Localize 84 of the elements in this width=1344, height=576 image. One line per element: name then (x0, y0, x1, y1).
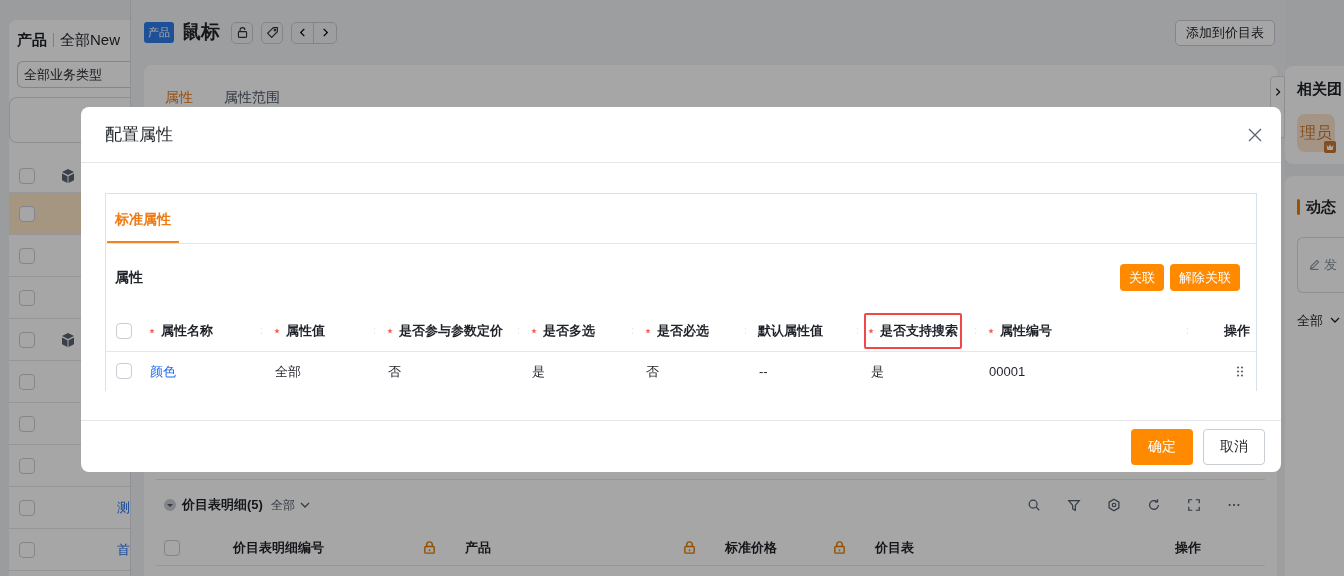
activity-filter[interactable]: 全部 (1297, 310, 1341, 330)
cancel-button[interactable]: 取消 (1203, 428, 1265, 465)
column-header: 操作 (1224, 321, 1250, 340)
checkbox[interactable] (19, 331, 35, 348)
type-badge: 产品 (144, 22, 174, 43)
pen-icon (1308, 258, 1321, 271)
table-cell-text: 是 (531, 362, 546, 381)
checkbox[interactable] (116, 363, 132, 380)
close-button[interactable] (1247, 126, 1263, 143)
card-title: 相关团 (1297, 79, 1343, 99)
column-header: 操作 (1175, 538, 1201, 557)
column-header: 标准价格 (725, 538, 777, 557)
column-header: 是否支持搜索 (864, 312, 962, 349)
crown-icon (1324, 140, 1336, 153)
required-icon (531, 327, 537, 334)
checkbox[interactable] (19, 415, 35, 432)
required-icon (387, 327, 393, 334)
tab[interactable]: 标准属性 (107, 194, 179, 243)
table-cell-text: 否 (387, 362, 402, 381)
product-link[interactable]: 测 (117, 497, 130, 518)
filter-icon[interactable] (1067, 498, 1081, 512)
fullscreen-icon[interactable] (1187, 498, 1201, 512)
filter-dropdown[interactable]: 全部 (270, 496, 311, 514)
settings-icon[interactable] (1107, 498, 1121, 512)
column-header: 价目表 (875, 538, 914, 557)
tag-icon (265, 26, 279, 39)
checkbox[interactable] (19, 541, 35, 558)
sidebar-title: 产品 (17, 29, 47, 50)
checkbox[interactable] (116, 322, 132, 339)
attribute-link[interactable]: 颜色 (140, 361, 265, 382)
product-link[interactable]: 首 (117, 539, 130, 560)
checkbox[interactable] (19, 247, 35, 264)
drag-handle-icon[interactable] (1236, 364, 1244, 378)
action-button[interactable]: 解除关联 (1170, 263, 1240, 291)
table-cell-text: -- (758, 362, 769, 381)
lock-button[interactable] (231, 21, 253, 44)
table-cell-text: 否 (645, 362, 660, 381)
required-icon (868, 327, 874, 334)
checkbox[interactable] (19, 205, 35, 222)
column-header: 默认属性值 (758, 321, 823, 340)
required-icon (988, 327, 994, 334)
member-avatar[interactable]: 理员 (1297, 113, 1335, 152)
search-icon[interactable] (1027, 498, 1041, 512)
table-cell-text: 是 (870, 362, 885, 381)
composer-field[interactable]: 发 (1297, 236, 1344, 293)
checkbox[interactable] (164, 539, 180, 556)
add-to-price-list-button[interactable]: 添加到价目表 (1175, 19, 1275, 46)
triangle-down-icon (166, 501, 174, 509)
dialog-title: 配置属性 (105, 123, 174, 146)
required-icon (645, 327, 651, 334)
confirm-button[interactable]: 确定 (1131, 428, 1193, 465)
cube-icon (60, 167, 76, 184)
card-title: 动态 (1306, 197, 1336, 217)
close-icon (1247, 126, 1263, 143)
tab[interactable]: 属性 (165, 87, 193, 107)
checkbox[interactable] (19, 499, 35, 516)
column-header: 产品 (465, 538, 491, 557)
column-header: 属性值 (274, 320, 325, 341)
column-header: 属性编号 (988, 320, 1052, 341)
section-title: 价目表明细(5) (182, 496, 263, 515)
tag-button[interactable] (261, 21, 283, 44)
view-selector[interactable]: 全部New (60, 28, 120, 52)
section-title: 属性 (115, 267, 144, 287)
column-header: 是否多选 (531, 320, 595, 341)
checkbox[interactable] (19, 167, 35, 184)
checkbox[interactable] (19, 373, 35, 390)
column-header: 属性名称 (149, 320, 213, 341)
table-cell-text: 00001 (988, 362, 1027, 381)
tab[interactable]: 属性范围 (224, 87, 280, 107)
required-icon (149, 327, 155, 334)
checkbox[interactable] (19, 289, 35, 306)
chevron-left-icon (297, 27, 308, 38)
checkbox[interactable] (19, 457, 35, 474)
required-icon (274, 327, 280, 334)
lock-icon (235, 26, 249, 39)
collapse-toggle[interactable] (164, 499, 176, 511)
cube-icon (60, 331, 76, 348)
refresh-icon[interactable] (1147, 498, 1161, 512)
action-button[interactable]: 关联 (1120, 263, 1164, 291)
table-cell-text: 全部 (274, 362, 302, 381)
column-header: 价目表明细编号 (233, 538, 324, 557)
column-header: 是否必选 (645, 320, 709, 341)
column-header: 是否参与参数定价 (387, 320, 503, 341)
record-title: 鼠标 (182, 20, 220, 45)
